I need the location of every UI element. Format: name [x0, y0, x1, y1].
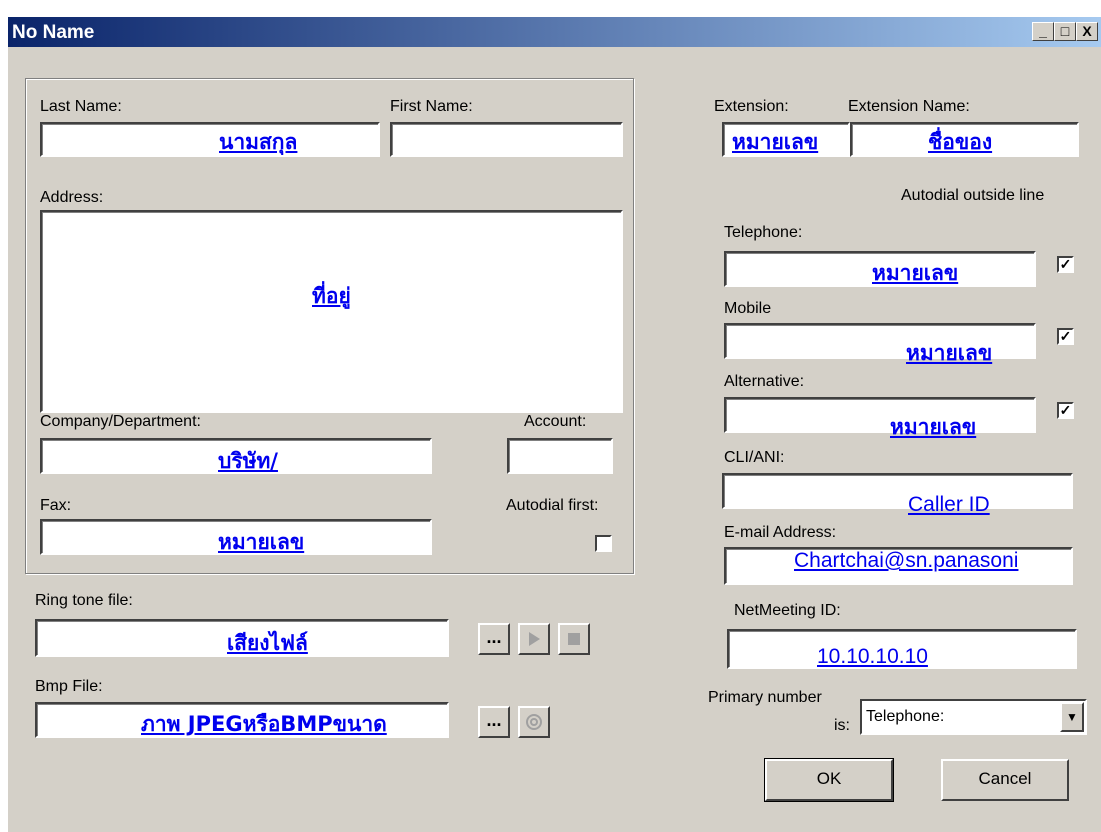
email-value: Chartchai@sn.panasoni — [794, 549, 1019, 572]
netmeeting-value: 10.10.10.10 — [817, 645, 928, 668]
company-value: บริษัท/ — [218, 449, 278, 473]
telephone-field[interactable]: หมายเลข — [724, 251, 1036, 287]
mobile-autodial-checkbox[interactable]: ✓ — [1057, 328, 1074, 345]
email-label: E-mail Address: — [724, 524, 837, 541]
address-value: ที่อยู่ — [312, 284, 351, 308]
address-field[interactable]: ที่อยู่ — [40, 210, 623, 413]
mobile-value: หมายเลข — [906, 341, 993, 365]
account-label: Account: — [524, 413, 587, 430]
alternative-field[interactable]: หมายเลข — [724, 397, 1036, 439]
cancel-label: Cancel — [978, 769, 1032, 788]
primary-number-select[interactable]: Telephone: ▼ — [860, 699, 1087, 735]
last-name-field[interactable]: นามสกุล — [40, 122, 380, 157]
autodial-first-checkbox[interactable] — [595, 535, 612, 552]
company-label: Company/Department: — [40, 413, 201, 430]
stop-icon — [568, 633, 580, 645]
last-name-label: Last Name: — [40, 98, 122, 115]
netmeeting-label: NetMeeting ID: — [734, 602, 841, 619]
cli-ani-field[interactable]: Caller ID — [722, 473, 1073, 516]
alternative-label: Alternative: — [724, 373, 805, 390]
maximize-button[interactable]: □ — [1054, 22, 1076, 41]
autodial-outside-label: Autodial outside line — [901, 187, 1045, 204]
contact-dialog: No Name _ □ X Last Name: นามสกุล First N… — [8, 17, 1101, 832]
cancel-button[interactable]: Cancel — [941, 759, 1069, 801]
cli-ani-label: CLI/ANI: — [724, 449, 785, 466]
company-field[interactable]: บริษัท/ — [40, 438, 432, 474]
extension-label: Extension: — [714, 98, 789, 115]
play-button[interactable] — [518, 623, 550, 655]
last-name-value: นามสกุล — [219, 130, 298, 154]
primary-number-label: Primary number — [708, 689, 822, 706]
bmp-file-label: Bmp File: — [35, 678, 103, 695]
telephone-autodial-checkbox[interactable]: ✓ — [1057, 256, 1074, 273]
ring-tone-value: เสียงไฟล์ — [227, 631, 308, 655]
alternative-value: หมายเลข — [890, 415, 977, 439]
extension-value: หมายเลข — [732, 130, 819, 154]
ok-button[interactable]: OK — [764, 758, 894, 802]
mobile-label: Mobile — [724, 300, 772, 317]
fax-label: Fax: — [40, 497, 72, 514]
browse-bmp-button[interactable]: ... — [478, 706, 510, 738]
primary-number-label-suffix: is: — [834, 717, 850, 734]
telephone-value: หมายเลข — [872, 261, 959, 285]
extension-name-value: ชื่อของ — [928, 130, 993, 154]
stop-button[interactable] — [558, 623, 590, 655]
email-field[interactable]: Chartchai@sn.panasoni — [724, 547, 1073, 585]
ring-tone-label: Ring tone file: — [35, 592, 133, 609]
primary-number-value: Telephone: — [866, 708, 945, 725]
close-button[interactable]: X — [1076, 22, 1098, 41]
bmp-file-value: ภาพ JPEGหรือBMPขนาด — [141, 712, 387, 736]
address-label: Address: — [40, 189, 104, 206]
mobile-field[interactable]: หมายเลข — [724, 323, 1036, 365]
fax-value: หมายเลข — [218, 530, 305, 554]
first-name-field[interactable] — [390, 122, 623, 157]
minimize-button[interactable]: _ — [1032, 22, 1054, 41]
extension-name-field[interactable]: ชื่อของ — [850, 122, 1079, 157]
alternative-autodial-checkbox[interactable]: ✓ — [1057, 402, 1074, 419]
title-bar[interactable]: No Name _ □ X — [8, 17, 1101, 47]
refresh-image-button[interactable] — [518, 706, 550, 738]
ring-tone-field[interactable]: เสียงไฟล์ — [35, 619, 449, 657]
ok-label: OK — [816, 769, 842, 788]
account-field[interactable] — [507, 438, 613, 474]
play-icon — [529, 632, 540, 646]
first-name-label: First Name: — [390, 98, 473, 115]
cli-ani-value: Caller ID — [908, 493, 990, 516]
bmp-file-field[interactable]: ภาพ JPEGหรือBMPขนาด — [35, 702, 449, 738]
browse-ring-tone-button[interactable]: ... — [478, 623, 510, 655]
autodial-first-label: Autodial first: — [506, 497, 599, 514]
window-title: No Name — [12, 22, 95, 43]
extension-field[interactable]: หมายเลข — [722, 122, 850, 157]
telephone-label: Telephone: — [724, 224, 803, 241]
chevron-down-icon[interactable]: ▼ — [1060, 702, 1084, 732]
netmeeting-field[interactable]: 10.10.10.10 — [727, 629, 1077, 669]
fax-field[interactable]: หมายเลข — [40, 519, 432, 555]
refresh-icon — [526, 714, 542, 730]
extension-name-label: Extension Name: — [848, 98, 970, 115]
